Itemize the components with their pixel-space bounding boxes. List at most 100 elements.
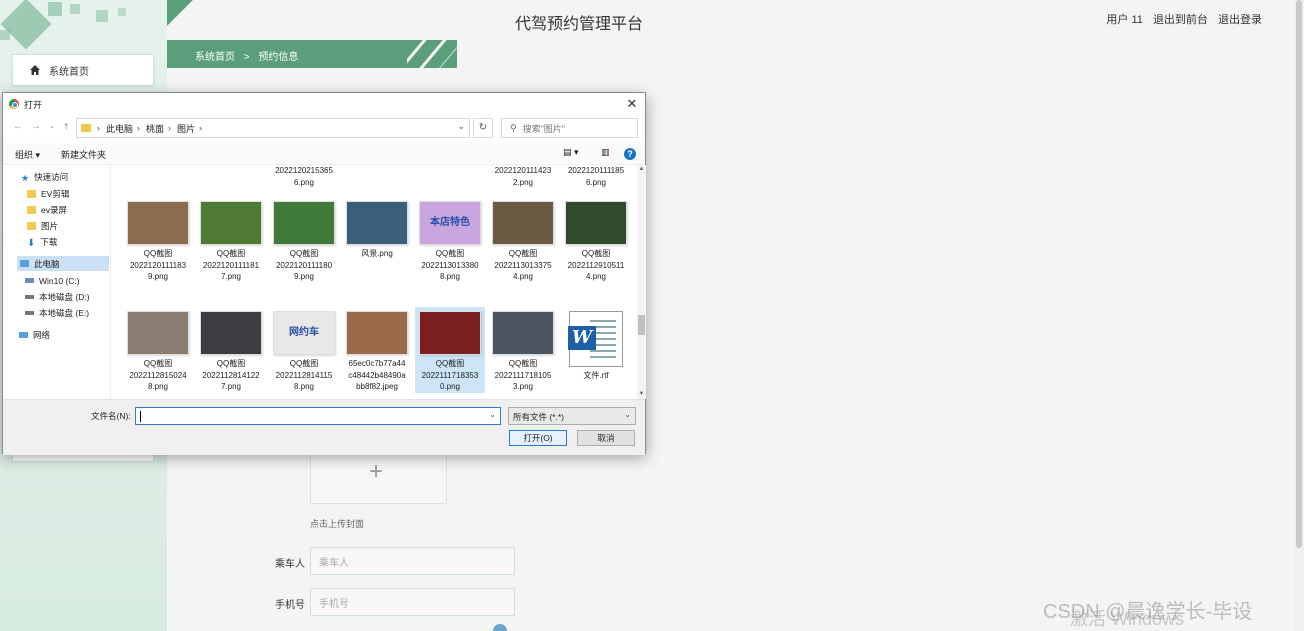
nav-item-quick-access[interactable]: ★ 快速访问 [21, 169, 109, 184]
page-scrollbar[interactable] [1294, 0, 1304, 631]
preview-pane-icon[interactable]: ▥ [601, 147, 610, 158]
breadcrumb-home[interactable]: 系统首页 [195, 52, 235, 63]
file-name: 文件.rtf [583, 371, 609, 380]
file-name: 2022120215365 6.png [275, 166, 333, 187]
file-item[interactable]: 本店特色 QQ截图 2022113013380 8.png [415, 197, 485, 283]
computer-icon [20, 260, 29, 267]
file-item[interactable]: 风景.png [342, 197, 412, 260]
file-thumbnail [200, 201, 262, 245]
view-mode-icon[interactable]: ▤ ▾ [563, 147, 579, 158]
address-segment[interactable]: 桃面 [146, 122, 164, 135]
csdn-watermark: CSDN @晨逸学长-毕设 [1043, 601, 1253, 623]
address-segment[interactable]: 图片 [177, 122, 195, 135]
search-icon: ⚲ [510, 122, 517, 133]
nav-item-label: 下载 [40, 236, 58, 247]
download-icon: ⬇ [27, 237, 36, 249]
file-item[interactable]: QQ截图 2022120111180 9.png [269, 197, 339, 283]
file-item[interactable]: 2022120111185 6.png [561, 165, 631, 188]
file-thumbnail [492, 201, 554, 245]
back-arrow-icon[interactable]: ← [11, 120, 25, 134]
organize-button[interactable]: 组织 ▾ [15, 148, 40, 161]
file-item[interactable]: 网约车 QQ截图 2022112814115 8.png [269, 307, 339, 393]
file-name: QQ截图 2022112910511 4.png [567, 249, 625, 281]
chevron-right-icon: › [97, 123, 100, 133]
new-folder-button[interactable]: 新建文件夹 [61, 148, 106, 161]
nav-item-downloads[interactable]: ⬇ 下载 [27, 234, 109, 249]
filetype-value: 所有文件 (*.*) [513, 412, 565, 422]
passenger-label: 乘车人 [275, 559, 305, 570]
cancel-button[interactable]: 取消 [577, 430, 635, 446]
file-name: QQ截图 2022113013380 8.png [421, 249, 479, 281]
file-name: 风景.png [361, 249, 393, 258]
up-arrow-icon[interactable]: ↑ [59, 120, 73, 134]
file-item[interactable]: 2022120111423 2.png [488, 165, 558, 188]
forward-arrow-icon[interactable]: → [29, 120, 43, 134]
refresh-icon[interactable]: ↻ [473, 118, 493, 138]
nav-item-pictures[interactable]: 图片 [27, 218, 109, 233]
top-links: 用户 11 退出到前台 退出登录 [1099, 11, 1262, 27]
file-item[interactable]: QQ截图 2022120111181 7.png [196, 197, 266, 283]
nav-item-drive-c[interactable]: Win10 (C:) [25, 273, 109, 288]
file-item[interactable]: QQ截图 2022120111183 9.png [123, 197, 193, 283]
nav-item-drive-d[interactable]: 本地磁盘 (D:) [25, 289, 109, 304]
file-item[interactable]: QQ截图 2022112814122 7.png [196, 307, 266, 393]
address-bar[interactable]: › 此电脑 › 桃面 › 图片 › ⌄ [76, 118, 470, 138]
passenger-placeholder: 乘车人 [319, 557, 349, 569]
file-thumbnail [419, 311, 481, 355]
file-thumbnail [200, 311, 262, 355]
decor-square [0, 30, 10, 40]
file-open-dialog: 打开 ✕ ← → ⌄ ↑ › 此电脑 › 桃面 › 图片 › ⌄ ↻ ⚲ 搜索"… [2, 92, 646, 455]
logout-link[interactable]: 退出登录 [1218, 14, 1262, 26]
file-item[interactable]: QQ截图 2022111718353 0.png [415, 307, 485, 393]
file-item[interactable]: QQ截图 2022112910511 4.png [561, 197, 631, 283]
file-name: QQ截图 2022120111183 9.png [129, 249, 187, 281]
file-thumbnail [346, 311, 408, 355]
help-icon[interactable]: ? [624, 148, 636, 160]
file-item[interactable]: W 文件.rtf [561, 307, 631, 382]
nav-item-this-pc[interactable]: 此电脑 [17, 256, 109, 271]
sidebar-item-home[interactable]: 系统首页 [12, 54, 154, 86]
open-button[interactable]: 打开(O) [509, 430, 567, 446]
file-thumbnail [127, 201, 189, 245]
page-scrollbar-thumb[interactable] [1296, 0, 1302, 548]
nav-item-ev-clip[interactable]: EV剪辑 [27, 186, 109, 201]
file-name: QQ截图 2022120111181 7.png [202, 249, 260, 281]
upload-hint: 点击上传封面 [310, 519, 365, 529]
drive-icon [25, 294, 34, 299]
file-thumbnail [565, 201, 627, 245]
plus-icon: + [369, 458, 384, 485]
chevron-down-icon[interactable]: ⌄ [489, 410, 496, 419]
filename-input[interactable]: ⌄ [135, 407, 501, 425]
back-to-frontend-link[interactable]: 退出到前台 [1153, 14, 1208, 26]
filetype-select[interactable]: 所有文件 (*.*) ⌄ [508, 407, 636, 425]
dialog-navigation-row: ← → ⌄ ↑ › 此电脑 › 桃面 › 图片 › ⌄ ↻ ⚲ 搜索"图片" [3, 117, 645, 139]
file-thumbnail [346, 201, 408, 245]
file-item[interactable]: QQ截图 2022111718105 3.png [488, 307, 558, 393]
phone-input[interactable]: 手机号 [310, 588, 515, 616]
file-item[interactable]: 65ec0c7b77a44 c48442b48490a bb8f82.jpeg [342, 307, 412, 393]
file-item[interactable]: QQ截图 2022113013375 4.png [488, 197, 558, 283]
decor-square [118, 8, 126, 16]
file-name: QQ截图 2022111718105 3.png [494, 359, 552, 391]
file-list-scrollbar[interactable]: ▲ ▼ [637, 165, 646, 399]
passenger-input[interactable]: 乘车人 [310, 547, 515, 575]
file-name: 2022120111423 2.png [494, 166, 552, 187]
nav-item-ev-record[interactable]: ev录屏 [27, 202, 109, 217]
chevron-down-icon[interactable]: ⌄ [457, 121, 465, 132]
file-list-scrollbar-thumb[interactable] [638, 315, 645, 335]
folder-icon [27, 221, 36, 230]
file-item[interactable]: 2022120215365 6.png [269, 165, 339, 188]
close-icon[interactable]: ✕ [623, 95, 641, 113]
recent-chevron-icon[interactable]: ⌄ [45, 120, 59, 134]
file-item[interactable]: QQ截图 2022112815024 8.png [123, 307, 193, 393]
scroll-down-icon[interactable]: ▼ [637, 390, 646, 399]
nav-item-drive-e[interactable]: 本地磁盘 (E:) [25, 305, 109, 320]
address-segment[interactable]: 此电脑 [106, 122, 133, 135]
scroll-up-icon[interactable]: ▲ [637, 165, 646, 174]
dialog-title: 打开 [24, 99, 43, 110]
file-thumbnail [273, 201, 335, 245]
nav-item-network[interactable]: 网络 [19, 327, 109, 342]
decor-square [48, 2, 62, 16]
search-input[interactable]: ⚲ 搜索"图片" [501, 118, 638, 138]
phone-placeholder: 手机号 [319, 598, 349, 610]
